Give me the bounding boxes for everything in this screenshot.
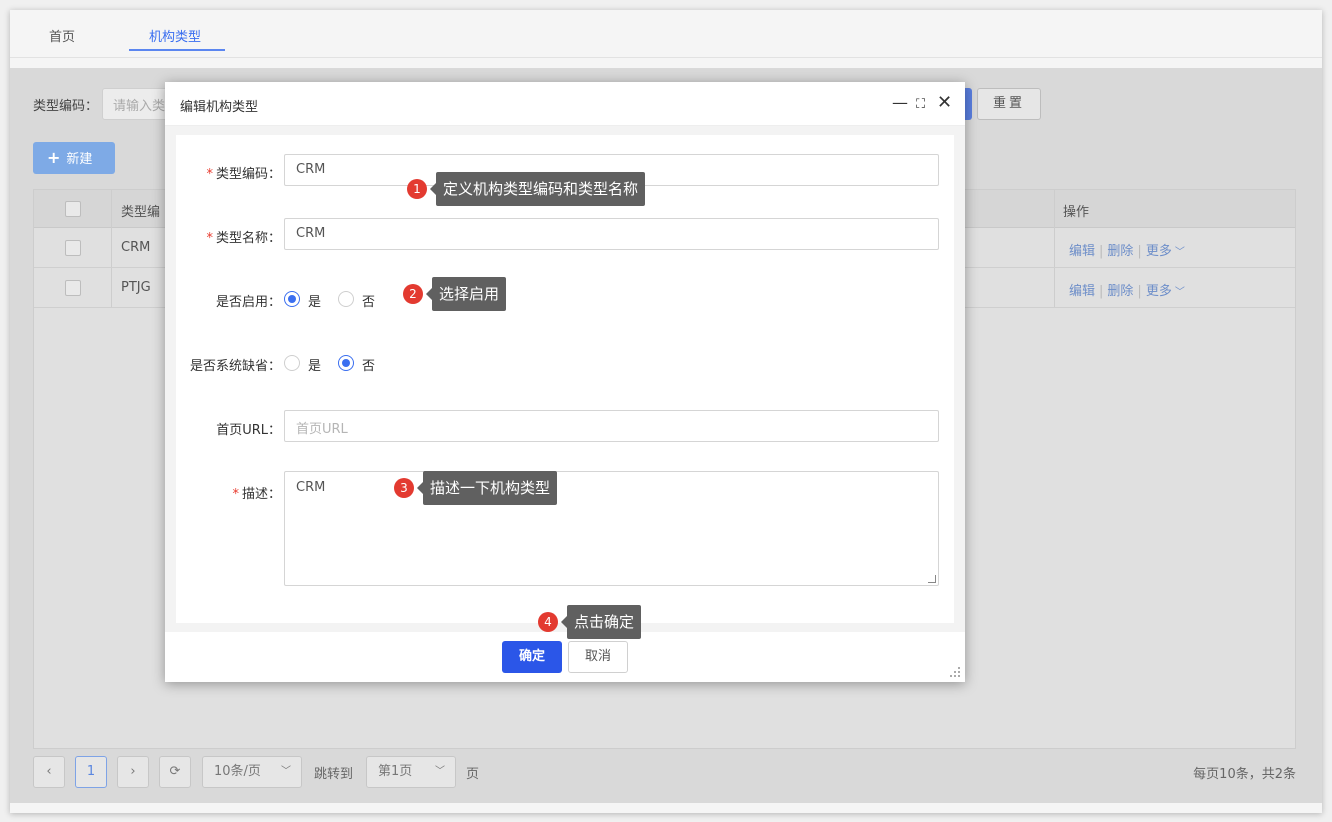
annotation-tooltip-1: 定义机构类型编码和类型名称 [429,172,646,206]
annotation-badge-2: 2 [403,284,423,304]
maximize-icon[interactable]: ⛶ [916,95,925,115]
enabled-no-label[interactable]: 否 [362,291,375,310]
divider: | [1099,244,1104,259]
enabled-no-radio[interactable] [338,291,354,307]
annotation-tooltip-3: 描述一下机构类型 [416,471,558,505]
cancel-button[interactable]: 取消 [568,641,628,673]
delete-link[interactable]: 删除 [1107,244,1133,259]
chevron-down-icon: ﹀ [1174,287,1185,298]
divider: | [1137,244,1142,259]
edit-link[interactable]: 编辑 [1069,284,1095,299]
next-page-button[interactable]: › [117,756,149,788]
refresh-button[interactable]: ⟳ [159,756,191,788]
chevron-left-icon: ‹ [46,764,52,779]
system-default-label: 是否系统缺省： [189,359,281,374]
divider: | [1099,284,1104,299]
new-button[interactable]: + 新建 [33,142,115,174]
type-name-label-text: 类型名称： [215,231,281,246]
chevron-right-icon: › [130,764,136,779]
divider: | [1137,284,1142,299]
jump-label: 跳转到 [314,767,354,782]
page-size-select[interactable]: 10条/页 ﹀ [202,756,302,788]
resize-handle-icon[interactable] [928,575,936,583]
chevron-down-icon: ﹀ [435,766,445,777]
row-checkbox[interactable] [65,280,81,296]
more-link[interactable]: 更多 [1146,284,1172,299]
type-code-search-label: 类型编码： [33,99,99,114]
annotation-tooltip-4: 点击确定 [560,605,642,639]
resize-grip-icon[interactable] [948,665,962,679]
dialog-header: 编辑机构类型 — ⛶ ✕ [165,82,965,126]
minimize-icon[interactable]: — [892,93,908,113]
type-code-search-input[interactable]: 请输入类 [102,88,172,120]
system-default-yes-radio[interactable] [284,355,300,371]
tab-home[interactable]: 首页 [49,26,75,45]
cell-type-code: CRM [121,240,151,255]
system-default-no-radio[interactable] [338,355,354,371]
description-textarea[interactable]: CRM [284,471,939,586]
edit-link[interactable]: 编辑 [1069,244,1095,259]
confirm-button[interactable]: 确定 [502,641,562,673]
type-code-label-text: 类型编码： [215,167,281,182]
homepage-url-input[interactable]: 首页URL [284,410,939,442]
form-card: * 类型编码： CRM * 类型名称： CRM 是否启用： 是 否 是否系统缺省： … [176,135,954,623]
annotation-tooltip-2: 选择启用 [425,277,507,311]
enabled-label: 是否启用： [215,295,281,310]
pagination-summary: 每页10条，共2条 [1193,767,1296,782]
column-header-type-code: 类型编 [121,205,161,220]
required-mark: * [206,167,213,182]
chevron-down-icon: ﹀ [281,766,291,777]
column-header-operation: 操作 [1063,205,1090,220]
page-number-button[interactable]: 1 [75,756,107,788]
jump-page-select[interactable]: 第1页 ﹀ [366,756,456,788]
active-tab-indicator [129,49,225,51]
homepage-url-label: 首页URL： [216,423,281,438]
system-default-no-label[interactable]: 否 [362,355,375,374]
annotation-badge-4: 4 [538,612,558,632]
tab-bar: 首页 机构类型 [10,10,1322,58]
description-label-text: 描述： [241,487,281,502]
required-mark: * [232,487,239,502]
close-icon[interactable]: ✕ [937,93,952,113]
prev-page-button[interactable]: ‹ [33,756,65,788]
dialog-title: 编辑机构类型 [180,100,259,115]
type-name-label: * 类型名称： [201,227,281,246]
dialog-footer: 确定 取消 [165,632,965,682]
description-value: CRM [296,480,326,495]
annotation-badge-1: 1 [407,179,427,199]
enabled-yes-radio[interactable] [284,291,300,307]
type-name-input[interactable]: CRM [284,218,939,250]
required-mark: * [206,231,213,246]
chevron-down-icon: ﹀ [1174,247,1185,258]
refresh-icon: ⟳ [169,764,181,779]
row-actions: 编辑 | 删除 | 更多 ﹀ [1069,280,1185,299]
row-actions: 编辑 | 删除 | 更多 ﹀ [1069,240,1185,259]
type-code-label: * 类型编码： [201,163,281,182]
reset-button[interactable]: 重置 [977,88,1041,120]
select-all-checkbox[interactable] [65,201,81,217]
page-suffix: 页 [466,767,480,782]
delete-link[interactable]: 删除 [1107,284,1133,299]
page-size-value: 10条/页 [214,764,261,779]
new-button-label: 新建 [66,152,93,167]
plus-icon: + [47,148,61,167]
row-checkbox[interactable] [65,240,81,256]
cell-type-code: PTJG [121,280,151,295]
annotation-badge-3: 3 [394,478,414,498]
pagination: ‹ 1 › ⟳ 10条/页 ﹀ 跳转到 第1页 ﹀ 页 每页10条，共2条 [33,756,1296,790]
jump-page-value: 第1页 [378,764,413,779]
description-label: * 描述： [201,483,281,502]
more-link[interactable]: 更多 [1146,244,1172,259]
system-default-yes-label[interactable]: 是 [308,355,321,374]
enabled-yes-label[interactable]: 是 [308,291,321,310]
tab-org-type[interactable]: 机构类型 [149,26,201,45]
